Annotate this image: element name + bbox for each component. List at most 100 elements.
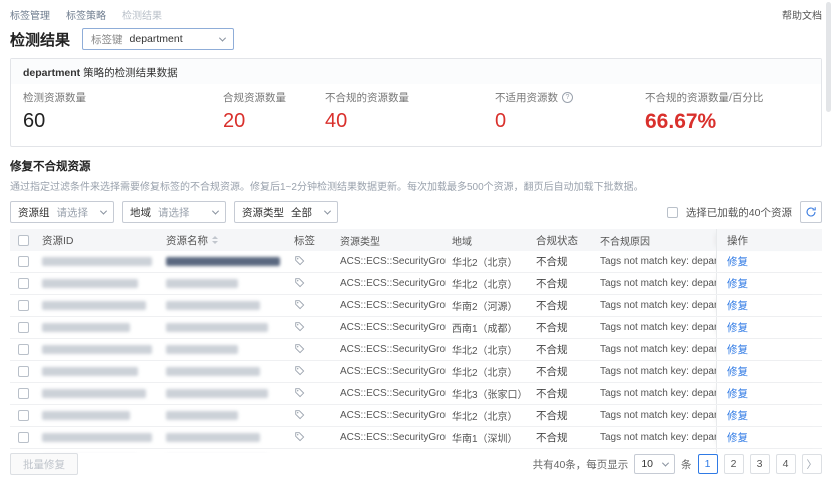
row-checkbox[interactable] (18, 322, 29, 333)
unit-label: 条 (681, 457, 692, 472)
tag-icon[interactable] (294, 409, 305, 423)
resource-type-value: ACS::ECS::SecurityGroup (334, 273, 446, 294)
resource-type-value: ACS::ECS::SecurityGroup (334, 317, 446, 338)
row-checkbox[interactable] (18, 410, 29, 421)
chevron-down-icon (212, 207, 219, 214)
noncompliance-reason-value: Tags not match key: department (594, 427, 716, 448)
resource-type-value: ACS::ECS::SecurityGroup (334, 405, 446, 426)
row-checkbox[interactable] (18, 344, 29, 355)
page-scrollbar[interactable] (826, 0, 831, 478)
breadcrumb-tag-management[interactable]: 标签管理 (10, 7, 50, 22)
resource-table: 资源ID 资源名称 标签 资源类型 地域 合规状态 不合规原因 操作 ACS::… (10, 229, 822, 471)
region-value: 华北2（北京） (446, 361, 530, 382)
refresh-icon (805, 206, 817, 218)
table-row: ACS::ECS::SecurityGroup 华北3（张家口） 不合规 Tag… (10, 383, 822, 405)
info-icon[interactable]: ? (562, 92, 573, 103)
resource-id-redacted (42, 323, 130, 332)
noncompliance-reason-value: Tags not match key: department (594, 273, 716, 294)
tag-key-select[interactable]: 标签键 department (82, 28, 234, 50)
table-row: ACS::ECS::SecurityGroup 华北2（北京） 不合规 Tags… (10, 405, 822, 427)
resource-group-select[interactable]: 资源组 请选择 (10, 201, 114, 223)
col-region: 地域 (446, 229, 530, 251)
col-resource-id: 资源ID (36, 229, 160, 251)
region-select[interactable]: 地域 请选择 (122, 201, 226, 223)
row-checkbox[interactable] (18, 388, 29, 399)
sort-icon[interactable] (212, 236, 218, 244)
row-checkbox[interactable] (18, 278, 29, 289)
col-action: 操作 (716, 229, 822, 251)
page-button-1[interactable]: 1 (698, 454, 718, 474)
col-resource-name[interactable]: 资源名称 (160, 229, 288, 251)
help-doc-link[interactable]: 帮助文档 (782, 7, 822, 22)
tag-icon[interactable] (294, 299, 305, 313)
batch-fix-button[interactable]: 批量修复 (10, 453, 78, 475)
table-row: ACS::ECS::SecurityGroup 华北2（北京） 不合规 Tags… (10, 251, 822, 273)
tag-icon[interactable] (294, 431, 305, 445)
resource-name-redacted (166, 345, 238, 354)
compliance-status-value: 不合规 (530, 339, 594, 360)
fix-link[interactable]: 修复 (727, 408, 748, 423)
metric-compliant: 合规资源数量 20 (223, 90, 325, 134)
col-tag: 标签 (288, 229, 334, 251)
fix-link[interactable]: 修复 (727, 298, 748, 313)
page-button-2[interactable]: 2 (724, 454, 744, 474)
select-loaded-checkbox[interactable] (667, 207, 678, 218)
resource-type-value: ACS::ECS::SecurityGroup (334, 361, 446, 382)
tag-icon[interactable] (294, 321, 305, 335)
compliance-status-value: 不合规 (530, 251, 594, 272)
table-row: ACS::ECS::SecurityGroup 华南2（河源） 不合规 Tags… (10, 295, 822, 317)
resource-id-redacted (42, 433, 152, 442)
row-checkbox[interactable] (18, 366, 29, 377)
resource-type-value: ACS::ECS::SecurityGroup (334, 383, 446, 404)
col-compliance-status: 合规状态 (530, 229, 594, 251)
resource-name-redacted (166, 367, 260, 376)
scrollbar-thumb[interactable] (826, 2, 831, 112)
fix-link[interactable]: 修复 (727, 276, 748, 291)
resource-id-redacted (42, 257, 152, 266)
tag-icon[interactable] (294, 255, 305, 269)
refresh-button[interactable] (800, 201, 822, 223)
compliance-status-value: 不合规 (530, 317, 594, 338)
page-size-select[interactable]: 10 (634, 454, 675, 474)
tag-icon[interactable] (294, 365, 305, 379)
row-checkbox[interactable] (18, 300, 29, 311)
page-button-4[interactable]: 4 (776, 454, 796, 474)
region-value: 西南1（成都） (446, 317, 530, 338)
fix-link[interactable]: 修复 (727, 342, 748, 357)
fix-link[interactable]: 修复 (727, 320, 748, 335)
table-row: ACS::ECS::SecurityGroup 华南1（深圳） 不合规 Tags… (10, 427, 822, 449)
metric-detected: 检测资源数量 60 (23, 90, 223, 134)
breadcrumb-tag-policy[interactable]: 标签策略 (66, 7, 106, 22)
summary-policy-name: department (23, 67, 80, 79)
title-row: 检测结果 标签键 department (0, 25, 832, 58)
metric-compliant-value: 20 (223, 110, 325, 133)
resource-id-redacted (42, 389, 146, 398)
metrics-row: 检测资源数量 60 合规资源数量 20 不合规的资源数量 40 不适用资源数 ?… (11, 84, 821, 146)
next-page-button[interactable]: 〉 (802, 454, 823, 474)
footer: 批量修复 共有40条，每页显示 10 条 1 2 3 4 〉 (10, 453, 822, 475)
metric-not-applicable-value: 0 (495, 110, 645, 133)
region-value: 华南2（河源） (446, 295, 530, 316)
table-header: 资源ID 资源名称 标签 资源类型 地域 合规状态 不合规原因 操作 (10, 229, 822, 251)
row-checkbox[interactable] (18, 432, 29, 443)
page-button-3[interactable]: 3 (750, 454, 770, 474)
tag-icon[interactable] (294, 387, 305, 401)
resource-type-value: ACS::ECS::SecurityGroup (334, 427, 446, 448)
table-row: ACS::ECS::SecurityGroup 西南1（成都） 不合规 Tags… (10, 317, 822, 339)
resource-id-redacted (42, 367, 138, 376)
compliance-status-value: 不合规 (530, 427, 594, 448)
row-checkbox[interactable] (18, 256, 29, 267)
region-value: 华北3（张家口） (446, 383, 530, 404)
select-all-checkbox[interactable] (18, 235, 29, 246)
resource-type-select[interactable]: 资源类型 全部 (234, 201, 338, 223)
total-count-label: 共有40条，每页显示 (533, 457, 629, 472)
resource-id-redacted (42, 301, 146, 310)
fix-link[interactable]: 修复 (727, 386, 748, 401)
noncompliance-reason-value: Tags not match key: department (594, 405, 716, 426)
tag-icon[interactable] (294, 343, 305, 357)
tag-icon[interactable] (294, 277, 305, 291)
fix-link[interactable]: 修复 (727, 364, 748, 379)
resource-type-value: ACS::ECS::SecurityGroup (334, 251, 446, 272)
fix-link[interactable]: 修复 (727, 430, 748, 445)
fix-link[interactable]: 修复 (727, 254, 748, 269)
